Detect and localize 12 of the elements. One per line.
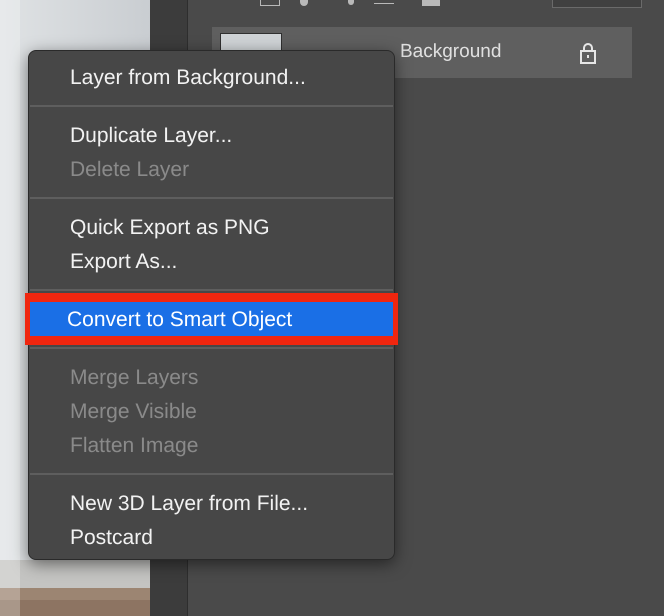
menu-item[interactable]: Export As... [29,244,394,278]
menu-item[interactable]: Duplicate Layer... [29,118,394,152]
menu-item[interactable]: New 3D Layer from File... [29,486,394,520]
menu-item[interactable]: Quick Export as PNG [29,210,394,244]
toolbar-icon[interactable] [260,0,280,6]
toolbar-icon[interactable] [300,0,308,6]
filter-field[interactable] [552,0,642,8]
layer-name: Background [400,40,502,64]
menu-item[interactable]: Convert to Smart Object [30,302,393,336]
toolbar-icon[interactable] [348,0,354,5]
menu-item[interactable]: Postcard [29,520,394,554]
toolbar-icon[interactable] [374,0,394,4]
